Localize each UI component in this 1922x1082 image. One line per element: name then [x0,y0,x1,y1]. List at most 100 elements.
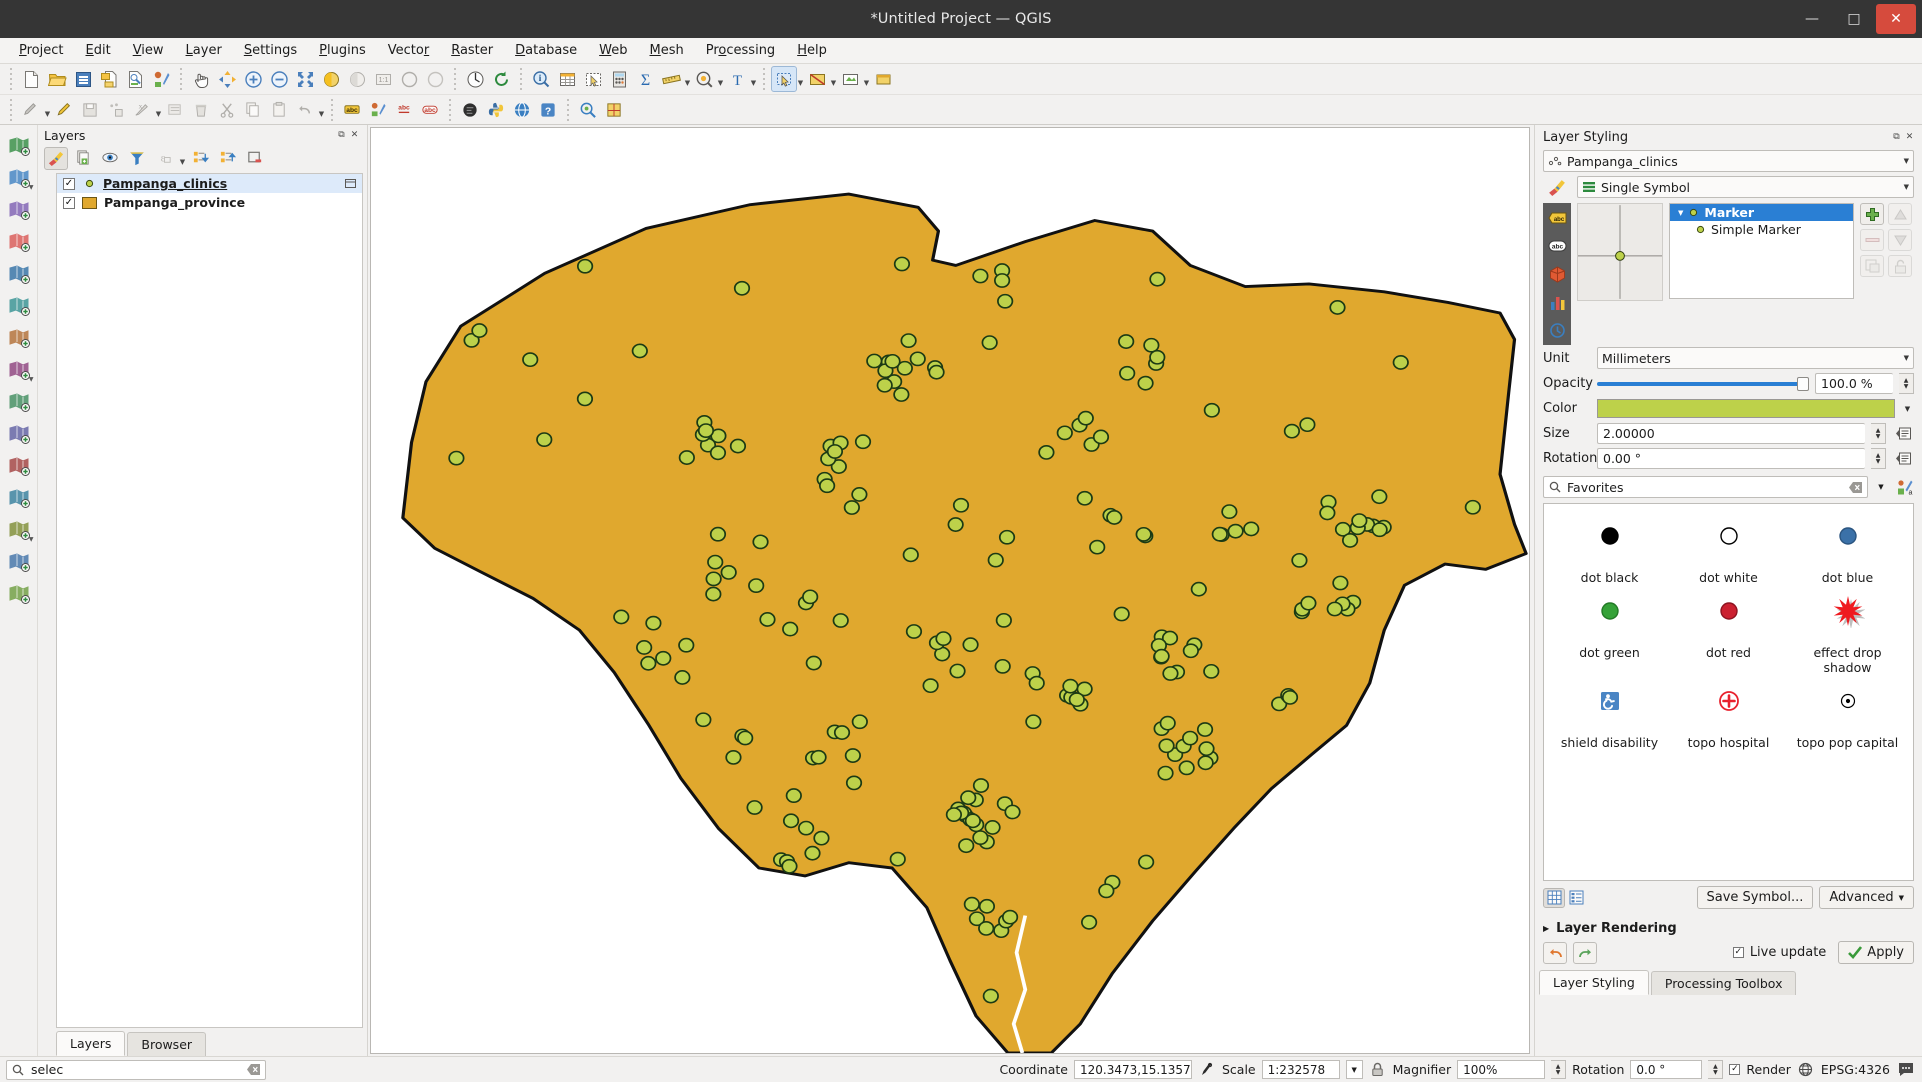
renderer-chevron-down-icon[interactable]: ▼ [1904,183,1909,191]
toolbar2-grip-4[interactable] [564,99,572,121]
zoom-next-icon[interactable] [422,66,448,92]
symbol-gallery-item[interactable]: topo hospital [1669,683,1788,750]
add-wms-layer-icon[interactable] [4,387,34,417]
expand-all-icon[interactable] [189,147,213,170]
add-postgis-layer-icon[interactable] [4,259,34,289]
rotation-data-defined-override-icon[interactable] [1892,451,1914,466]
menu-edit[interactable]: Edit [75,40,122,61]
float-styling-panel-icon[interactable]: ⧉ [1890,131,1903,144]
symbol-gallery[interactable]: dot black dot white dot blue dot green dot r… [1543,503,1914,881]
redo-icon[interactable] [1573,941,1597,964]
show-hide-labels-icon[interactable]: abc [417,97,443,123]
new-bookmark-icon[interactable] [870,66,896,92]
clear-icon[interactable] [1849,481,1862,493]
layer-tree-row[interactable]: ✓ Pampanga_clinics [57,174,362,193]
menu-layer[interactable]: Layer [175,40,233,61]
symbol-gallery-item[interactable]: dot red [1669,593,1788,675]
symbol-filter-chevron-down-icon[interactable]: ▼ [1873,483,1889,491]
opacity-slider-handle[interactable] [1797,376,1809,391]
pin-labels-icon[interactable]: abc [391,97,417,123]
scale-value[interactable]: 1:232578 [1261,1060,1340,1079]
advanced-button[interactable]: Advanced ▼ [1819,886,1914,909]
open-project-icon[interactable] [44,66,70,92]
zoom-native-icon[interactable]: 1:1 [370,66,396,92]
toolbar-grip[interactable] [7,68,15,90]
rail-chevron-down-icon[interactable]: ▼ [29,376,34,383]
vertex-dropdown-icon[interactable]: ▼ [155,97,162,123]
coordinate-value[interactable]: 120.3473,15.1357 [1073,1060,1192,1079]
menu-vector[interactable]: Vector [377,40,440,61]
toolbar2-grip[interactable] [7,99,15,121]
renderer-type-combo[interactable]: Single Symbol ▼ [1577,176,1914,198]
symbol-gallery-item[interactable]: effect drop shadow [1788,593,1907,675]
magnifier-spinner[interactable]: ▲ ▼ [1551,1060,1567,1079]
select-dropdown-icon[interactable]: ▼ [797,66,804,92]
open-layer-styling-panel-icon[interactable] [44,146,68,170]
current-edits-icon[interactable] [18,97,44,123]
move-down-icon[interactable] [1888,229,1912,251]
color-chevron-down-icon[interactable]: ▼ [1901,398,1914,419]
filter-expression-dropdown-icon[interactable]: ▼ [179,145,186,171]
add-raster-layer-icon[interactable]: ▼ [4,163,34,193]
statistical-summary-icon[interactable]: Σ [632,66,658,92]
close-panel-icon[interactable]: ✕ [348,129,361,142]
minimize-button[interactable]: — [1792,4,1832,34]
style-icon[interactable] [365,97,391,123]
size-value[interactable]: 2.00000 [1597,423,1865,444]
vertex-tool-icon[interactable]: x [129,97,155,123]
zoom-to-layer-icon[interactable] [344,66,370,92]
zoom-last-icon[interactable] [396,66,422,92]
symbology-tab-icon[interactable] [1543,177,1571,197]
symbol-gallery-item[interactable]: topo pop capital [1788,683,1907,750]
layer-rendering-section[interactable]: ▶ Layer Rendering [1535,914,1922,941]
python-console-icon[interactable] [457,97,483,123]
rotation-spinner[interactable]: ▲ ▼ [1871,448,1886,469]
unit-combo[interactable]: Millimeters ▼ [1597,347,1914,369]
cut-features-icon[interactable] [214,97,240,123]
copy-features-icon[interactable] [240,97,266,123]
rail-chevron-down-icon[interactable]: ▼ [29,184,34,191]
style-manager-icon[interactable] [148,66,174,92]
deselect-all-icon[interactable] [804,66,830,92]
refresh-icon[interactable] [488,66,514,92]
masks-icon[interactable]: abc [1546,235,1568,257]
symbol-search-box[interactable]: Favorites [1543,476,1868,498]
collapse-all-icon[interactable] [216,147,240,170]
select-features-icon[interactable] [580,66,606,92]
toolbar-grip-3[interactable] [451,68,459,90]
new-print-layout-icon[interactable] [122,66,148,92]
scale-chevron-down-icon[interactable]: ▼ [1345,1060,1363,1079]
label-icon[interactable]: abc [339,97,365,123]
layer-tree-row[interactable]: ✓ Pampanga_province [57,193,362,212]
add-symbol-layer-icon[interactable] [1860,203,1884,225]
move-up-icon[interactable] [1888,203,1912,225]
menu-web[interactable]: Web [588,40,638,61]
opacity-value[interactable]: 100.0 % [1815,373,1893,394]
deselect-dropdown-icon[interactable]: ▼ [830,66,837,92]
symbol-layer-row[interactable]: Simple Marker [1670,221,1853,238]
coordinate-capture-icon[interactable] [1198,1062,1216,1077]
undo-dropdown-icon[interactable]: ▼ [318,97,325,123]
menu-mesh[interactable]: Mesh [639,40,695,61]
toolbar-grip-2[interactable] [177,68,185,90]
close-styling-panel-icon[interactable]: ✕ [1903,131,1916,144]
symbol-layer-tree[interactable]: ▼ Marker Simple Marker [1669,203,1854,299]
save-layer-edits-icon[interactable] [77,97,103,123]
render-checkbox[interactable]: ✓ [1729,1064,1741,1075]
menu-view[interactable]: View [122,40,175,61]
select-features-active-icon[interactable] [771,66,797,92]
rail-chevron-down-icon[interactable]: ▼ [29,536,34,543]
crs-icon[interactable] [1797,1062,1815,1077]
add-point-cloud-layer-icon[interactable]: ▼ [4,515,34,545]
measure-dropdown-icon[interactable]: ▼ [684,66,691,92]
field-calculator-icon[interactable] [606,66,632,92]
add-feature-icon[interactable] [103,97,129,123]
add-group-icon[interactable] [71,147,95,170]
labels-icon[interactable]: abc [1546,207,1568,229]
menu-raster[interactable]: Raster [440,40,504,61]
list-view-icon[interactable] [1565,888,1587,908]
apply-button[interactable]: Apply [1838,941,1914,964]
pan-map-icon[interactable] [188,66,214,92]
new-shapefile-layer-icon[interactable] [4,579,34,609]
color-swatch-button[interactable] [1597,399,1895,418]
